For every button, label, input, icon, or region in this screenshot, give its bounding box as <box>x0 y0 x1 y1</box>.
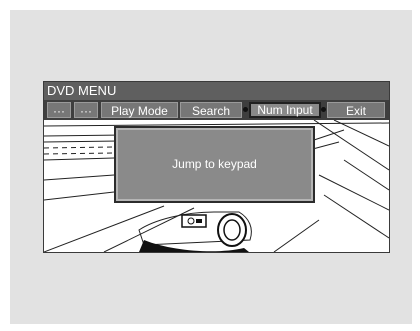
menu-more-button-1[interactable]: ··· <box>47 102 71 118</box>
window-title: DVD MENU <box>44 82 389 100</box>
exit-button[interactable]: Exit <box>327 102 385 118</box>
menu-bar: ··· ··· Play Mode Search Num Input Exit <box>44 100 389 120</box>
separator-dot <box>243 107 248 112</box>
menu-more-button-2[interactable]: ··· <box>74 102 98 118</box>
dialog-message: Jump to keypad <box>172 157 257 171</box>
num-input-button[interactable]: Num Input <box>249 102 321 118</box>
play-mode-button[interactable]: Play Mode <box>101 102 178 118</box>
dvd-menu-screen: DVD MENU ··· ··· Play Mode Search Num In… <box>43 81 390 253</box>
jump-to-keypad-dialog[interactable]: Jump to keypad <box>114 126 315 203</box>
separator-dot <box>321 107 326 112</box>
search-button[interactable]: Search <box>180 102 242 118</box>
